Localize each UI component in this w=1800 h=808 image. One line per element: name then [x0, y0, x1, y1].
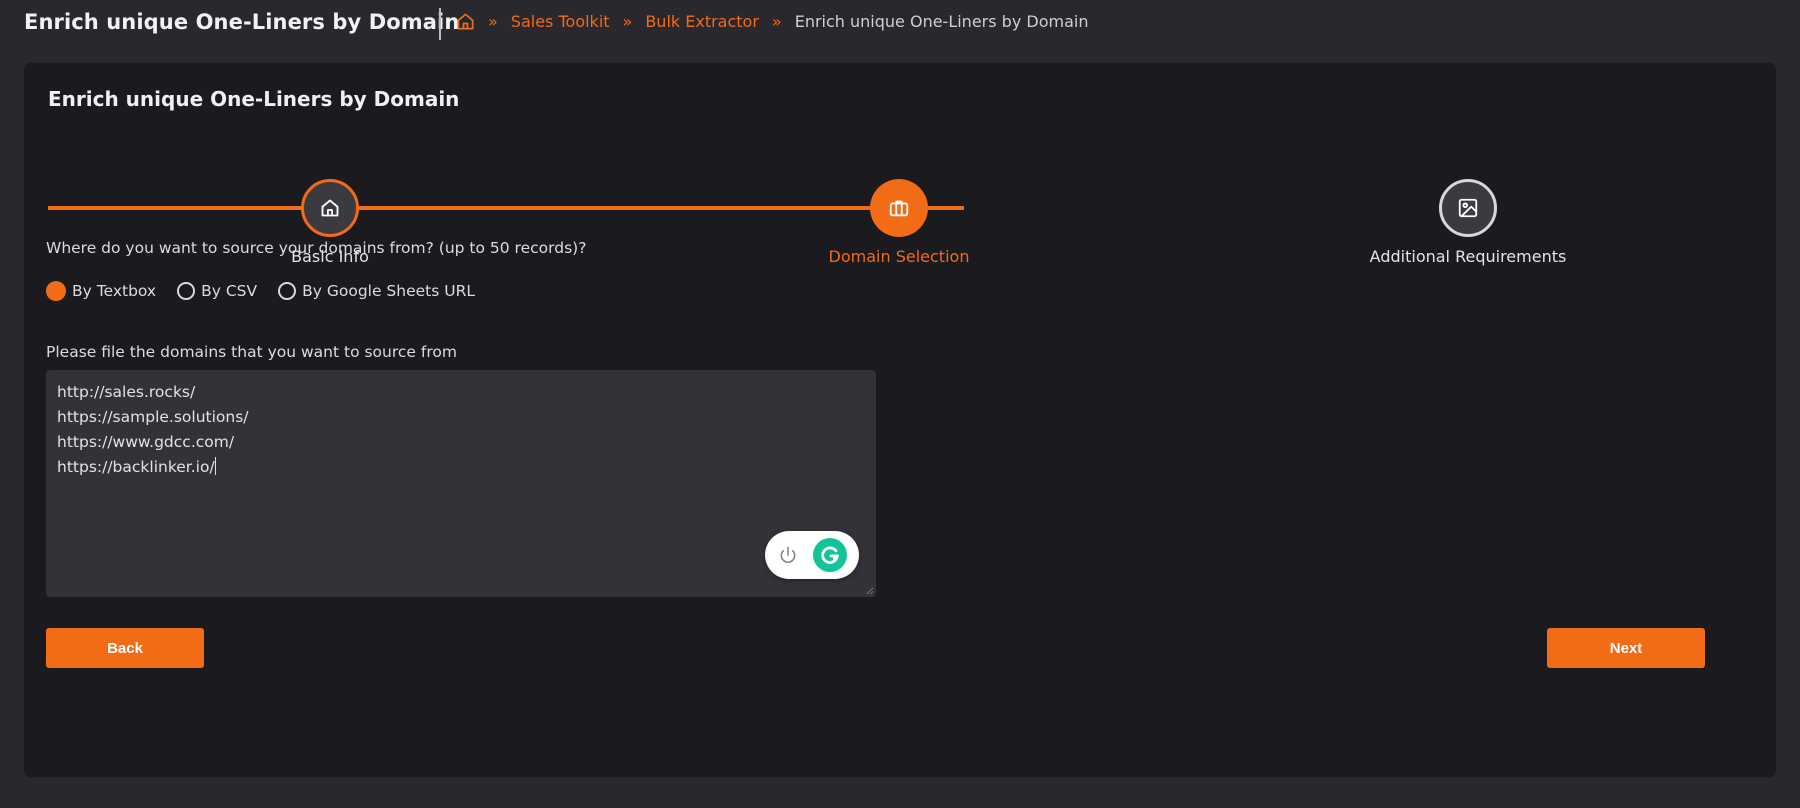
- step-basic-info[interactable]: [301, 179, 359, 237]
- breadcrumb-separator: »: [488, 11, 498, 31]
- card-title: Enrich unique One-Liners by Domain: [48, 87, 460, 111]
- breadcrumb-bulk-extractor[interactable]: Bulk Extractor: [645, 12, 759, 31]
- domains-textarea-value: http://sales.rocks/ https://sample.solut…: [57, 383, 249, 476]
- radio-unchecked-indicator[interactable]: [177, 282, 196, 300]
- breadcrumb-separator: »: [622, 11, 633, 31]
- radio-by-csv[interactable]: By CSV: [177, 282, 257, 300]
- radio-by-google-sheets-url[interactable]: By Google Sheets URL: [278, 282, 475, 300]
- step-label-additional-requirements: Additional Requirements: [1369, 247, 1567, 266]
- domains-textarea[interactable]: http://sales.rocks/ https://sample.solut…: [46, 370, 876, 597]
- breadcrumb-home-icon[interactable]: [456, 12, 475, 31]
- power-icon[interactable]: [777, 544, 799, 566]
- home-icon: [320, 198, 340, 218]
- source-question: Where do you want to source your domains…: [46, 239, 587, 257]
- radio-by-textbox[interactable]: By Textbox: [46, 281, 156, 301]
- domains-field-label: Please file the domains that you want to…: [46, 343, 457, 361]
- stepper-progress-line: [48, 206, 964, 210]
- source-radio-group: By Textbox By CSV By Google Sheets URL: [46, 281, 496, 301]
- top-bar: Enrich unique One-Liners by Domain » Sal…: [0, 0, 1800, 50]
- next-button[interactable]: Next: [1547, 628, 1705, 668]
- radio-unchecked-indicator[interactable]: [278, 282, 297, 300]
- breadcrumb-sales-toolkit[interactable]: Sales Toolkit: [511, 12, 610, 31]
- breadcrumb-current: Enrich unique One-Liners by Domain: [794, 12, 1089, 31]
- step-domain-selection[interactable]: [870, 179, 928, 237]
- image-icon: [1457, 197, 1479, 219]
- step-label-domain-selection: Domain Selection: [828, 247, 970, 266]
- radio-label: By Textbox: [72, 282, 157, 300]
- page-title: Enrich unique One-Liners by Domain: [24, 10, 460, 34]
- radio-checked-indicator[interactable]: [46, 281, 66, 301]
- grammarly-widget[interactable]: [765, 531, 859, 579]
- back-button[interactable]: Back: [46, 628, 204, 668]
- text-caret: [214, 457, 216, 475]
- radio-label: By CSV: [201, 282, 258, 300]
- title-divider: [439, 8, 441, 40]
- grammarly-g-icon[interactable]: [813, 538, 847, 572]
- step-additional-requirements[interactable]: [1439, 179, 1497, 237]
- radio-label: By Google Sheets URL: [302, 282, 475, 300]
- briefcase-icon: [888, 197, 910, 219]
- breadcrumb-separator: »: [771, 11, 782, 31]
- resize-grip-icon[interactable]: [865, 586, 874, 595]
- breadcrumb: » Sales Toolkit » Bulk Extractor » Enric…: [456, 12, 1088, 31]
